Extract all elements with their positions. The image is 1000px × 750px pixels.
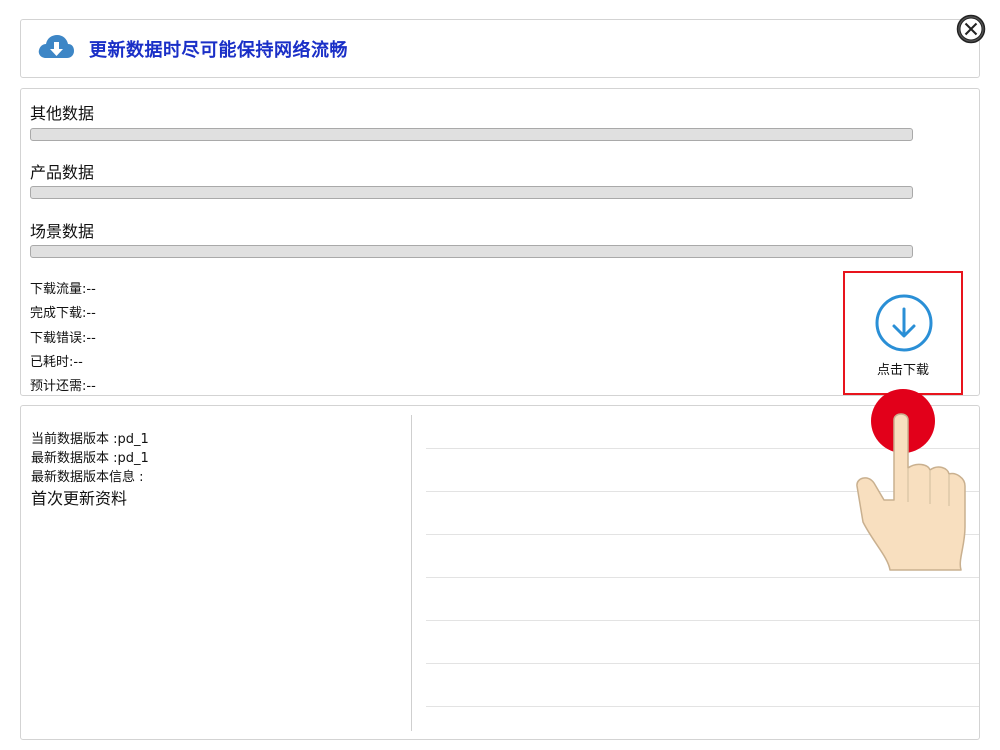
close-icon[interactable] (956, 14, 986, 44)
stat-value: -- (86, 379, 96, 394)
scene-data-progress-bar (30, 245, 913, 258)
stat-value: -- (73, 355, 83, 370)
latest-version: 最新数据版本 :pd_1 (31, 451, 149, 466)
version-info-label: 最新数据版本信息 : (31, 470, 144, 485)
download-circle-icon (875, 294, 933, 352)
product-data-progress-bar (30, 186, 913, 199)
notes-line (426, 706, 979, 707)
stat-label: 预计还需: (30, 379, 87, 394)
header-panel: 更新数据时尽可能保持网络流畅 (20, 19, 980, 78)
notes-line (426, 577, 979, 578)
progress-panel: 其他数据 产品数据 场景数据 下载流量:-- 完成下载:-- 下载错误:-- 已… (20, 88, 980, 396)
stat-value: -- (86, 282, 96, 297)
panel-divider (411, 415, 412, 731)
stat-value: -- (86, 306, 96, 321)
other-data-progress-bar (30, 128, 913, 141)
stat-elapsed: 已耗时:-- (30, 351, 83, 370)
stat-label: 下载流量: (30, 282, 87, 297)
hand-pointer-icon (856, 389, 966, 571)
stat-errors: 下载错误:-- (30, 327, 96, 346)
notes-line (426, 620, 979, 621)
product-data-label: 产品数据 (30, 163, 95, 182)
download-button[interactable]: 点击下载 (843, 271, 963, 395)
version-info-text: 首次更新资料 (31, 489, 128, 508)
notes-line (426, 663, 979, 664)
stat-completed: 完成下载:-- (30, 302, 96, 321)
scene-data-label: 场景数据 (30, 222, 95, 241)
cloud-download-icon (38, 35, 74, 58)
current-version: 当前数据版本 :pd_1 (31, 432, 149, 447)
stat-label: 已耗时: (30, 355, 74, 370)
stat-remaining: 预计还需:-- (30, 375, 96, 394)
other-data-label: 其他数据 (30, 104, 95, 123)
stat-value: -- (86, 331, 96, 346)
header-title: 更新数据时尽可能保持网络流畅 (89, 40, 348, 61)
stat-label: 完成下载: (30, 306, 87, 321)
version-info-panel: 当前数据版本 :pd_1 最新数据版本 :pd_1 最新数据版本信息 : 首次更… (20, 405, 980, 740)
stat-label: 下载错误: (30, 331, 87, 346)
stat-download-traffic: 下载流量:-- (30, 278, 96, 297)
download-label: 点击下载 (876, 363, 929, 378)
